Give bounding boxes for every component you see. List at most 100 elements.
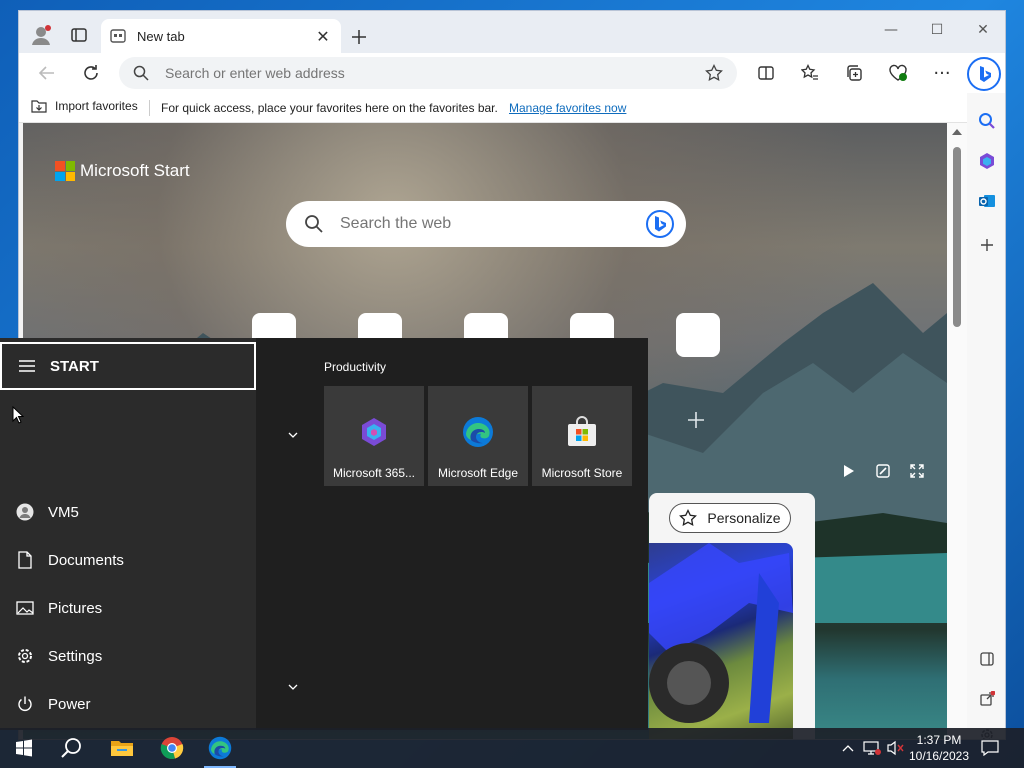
start-item-label: Documents <box>48 551 124 569</box>
manage-favorites-link[interactable]: Manage favorites now <box>509 101 626 115</box>
taskbar-search-icon[interactable] <box>48 728 96 768</box>
start-item-label: VM5 <box>48 503 79 521</box>
edit-background-icon[interactable] <box>875 463 891 479</box>
personalize-star-icon <box>679 509 698 527</box>
new-tab-plus-icon[interactable] <box>345 23 373 51</box>
start-item-label: Settings <box>48 647 103 665</box>
collections-icon[interactable] <box>839 59 869 87</box>
tab-new-tab[interactable]: New tab ✕ <box>101 19 341 53</box>
favorites-divider <box>149 100 150 116</box>
web-search-box[interactable] <box>286 201 686 247</box>
collapse-group-chevron-icon[interactable] <box>286 682 300 692</box>
tile-label: Microsoft 365... <box>332 466 416 480</box>
address-input[interactable] <box>165 65 703 81</box>
start-item-user[interactable]: VM5 <box>0 490 256 534</box>
start-title: START <box>50 357 99 375</box>
clock-time: 1:37 PM <box>916 733 962 747</box>
start-item-label: Pictures <box>48 599 103 617</box>
page-scrollbar[interactable] <box>947 123 967 739</box>
import-folder-icon <box>31 100 47 113</box>
notifications-icon[interactable] <box>980 738 1000 758</box>
minimize-icon[interactable]: — <box>869 15 913 45</box>
expand-icon[interactable] <box>909 463 925 479</box>
browser-essentials-icon[interactable] <box>883 59 913 87</box>
tile-group-label: Productivity <box>324 360 387 374</box>
close-window-icon[interactable]: ✕ <box>961 15 1005 45</box>
hide-sidebar-icon[interactable] <box>973 645 1001 673</box>
profile-icon[interactable] <box>27 21 55 49</box>
power-icon <box>16 695 34 713</box>
sidebar-search-icon[interactable] <box>973 107 1001 135</box>
background-controls <box>841 463 925 479</box>
bing-search-icon[interactable] <box>644 208 676 240</box>
personalize-button[interactable]: Personalize <box>669 503 791 533</box>
volume-muted-icon[interactable] <box>886 738 906 758</box>
tile-microsoft-edge[interactable]: Microsoft Edge <box>428 386 528 486</box>
store-icon <box>568 416 596 446</box>
add-quick-link-plus-icon[interactable] <box>687 411 705 433</box>
start-item-documents[interactable]: Documents <box>0 538 256 582</box>
chrome-icon[interactable] <box>148 728 196 768</box>
browser-toolbar: ··· <box>19 53 1005 93</box>
windows-logo-icon <box>16 739 32 757</box>
split-screen-icon[interactable] <box>751 59 781 87</box>
taskbar-clock[interactable]: 1:37 PM 10/16/2023 <box>906 732 972 764</box>
maximize-icon[interactable]: ☐ <box>915 15 959 45</box>
hamburger-menu-icon <box>19 360 35 372</box>
start-item-pictures[interactable]: Pictures <box>0 586 256 630</box>
tab-title: New tab <box>137 28 185 44</box>
edge-icon <box>463 417 493 447</box>
import-favorites-button[interactable]: Import favorites <box>31 99 138 113</box>
web-search-icon <box>304 214 324 234</box>
back-arrow-icon[interactable] <box>33 59 61 87</box>
favorites-bar: Import favorites For quick access, place… <box>19 93 1005 123</box>
document-icon <box>16 551 34 569</box>
favorites-icon[interactable] <box>795 59 825 87</box>
add-favorite-star-icon[interactable] <box>703 64 725 82</box>
tile-microsoft-365[interactable]: Microsoft 365... <box>324 386 424 486</box>
favorites-bar-message: For quick access, place your favorites h… <box>161 101 498 115</box>
close-tab-icon[interactable]: ✕ <box>313 26 333 46</box>
web-search-input[interactable] <box>340 215 644 233</box>
pictures-icon <box>16 599 34 617</box>
personalize-label: Personalize <box>707 510 781 526</box>
microsoft-logo-icon <box>55 161 75 181</box>
sidebar-add-icon[interactable] <box>973 231 1001 259</box>
collapse-group-chevron-icon[interactable] <box>286 430 300 440</box>
taskbar-edge-icon[interactable] <box>196 728 244 768</box>
user-icon <box>16 503 34 521</box>
sidebar-outlook-icon[interactable] <box>973 187 1001 215</box>
mouse-cursor-icon <box>12 406 24 424</box>
address-bar[interactable] <box>119 57 737 89</box>
microsoft-start-brand[interactable]: Microsoft Start <box>55 161 190 181</box>
windows-start-button[interactable] <box>0 728 48 768</box>
tile-label: Microsoft Edge <box>437 466 519 480</box>
file-explorer-icon[interactable] <box>98 728 146 768</box>
tab-actions-icon[interactable] <box>65 21 93 49</box>
news-card-image[interactable] <box>649 543 793 739</box>
start-menu-left-pane: START VM5 Documents Pictures Settings Po… <box>0 338 256 730</box>
start-menu-expand-button[interactable]: START <box>0 342 256 390</box>
start-item-label: Power <box>48 695 91 713</box>
play-icon[interactable] <box>841 463 857 479</box>
more-options-icon[interactable]: ··· <box>927 59 957 87</box>
newtab-favicon-icon <box>109 27 127 45</box>
quick-link-tile[interactable] <box>676 313 720 357</box>
refresh-icon[interactable] <box>77 59 105 87</box>
start-item-settings[interactable]: Settings <box>0 634 256 678</box>
start-item-power[interactable]: Power <box>0 682 256 726</box>
external-link-icon[interactable] <box>973 685 1001 713</box>
taskbar: 1:37 PM 10/16/2023 <box>0 728 1024 768</box>
m365-icon <box>362 418 386 446</box>
sidebar-m365-icon[interactable] <box>973 147 1001 175</box>
network-icon[interactable] <box>862 738 882 758</box>
tile-label: Microsoft Store <box>541 466 623 480</box>
edge-sidebar <box>967 93 1005 739</box>
show-hidden-icons-chevron-icon[interactable] <box>838 738 858 758</box>
tile-microsoft-store[interactable]: Microsoft Store <box>532 386 632 486</box>
import-favorites-label: Import favorites <box>55 99 138 113</box>
gear-icon <box>16 647 34 665</box>
search-icon <box>131 65 151 81</box>
bing-copilot-icon[interactable] <box>967 57 1001 91</box>
clock-date: 10/16/2023 <box>908 749 970 763</box>
